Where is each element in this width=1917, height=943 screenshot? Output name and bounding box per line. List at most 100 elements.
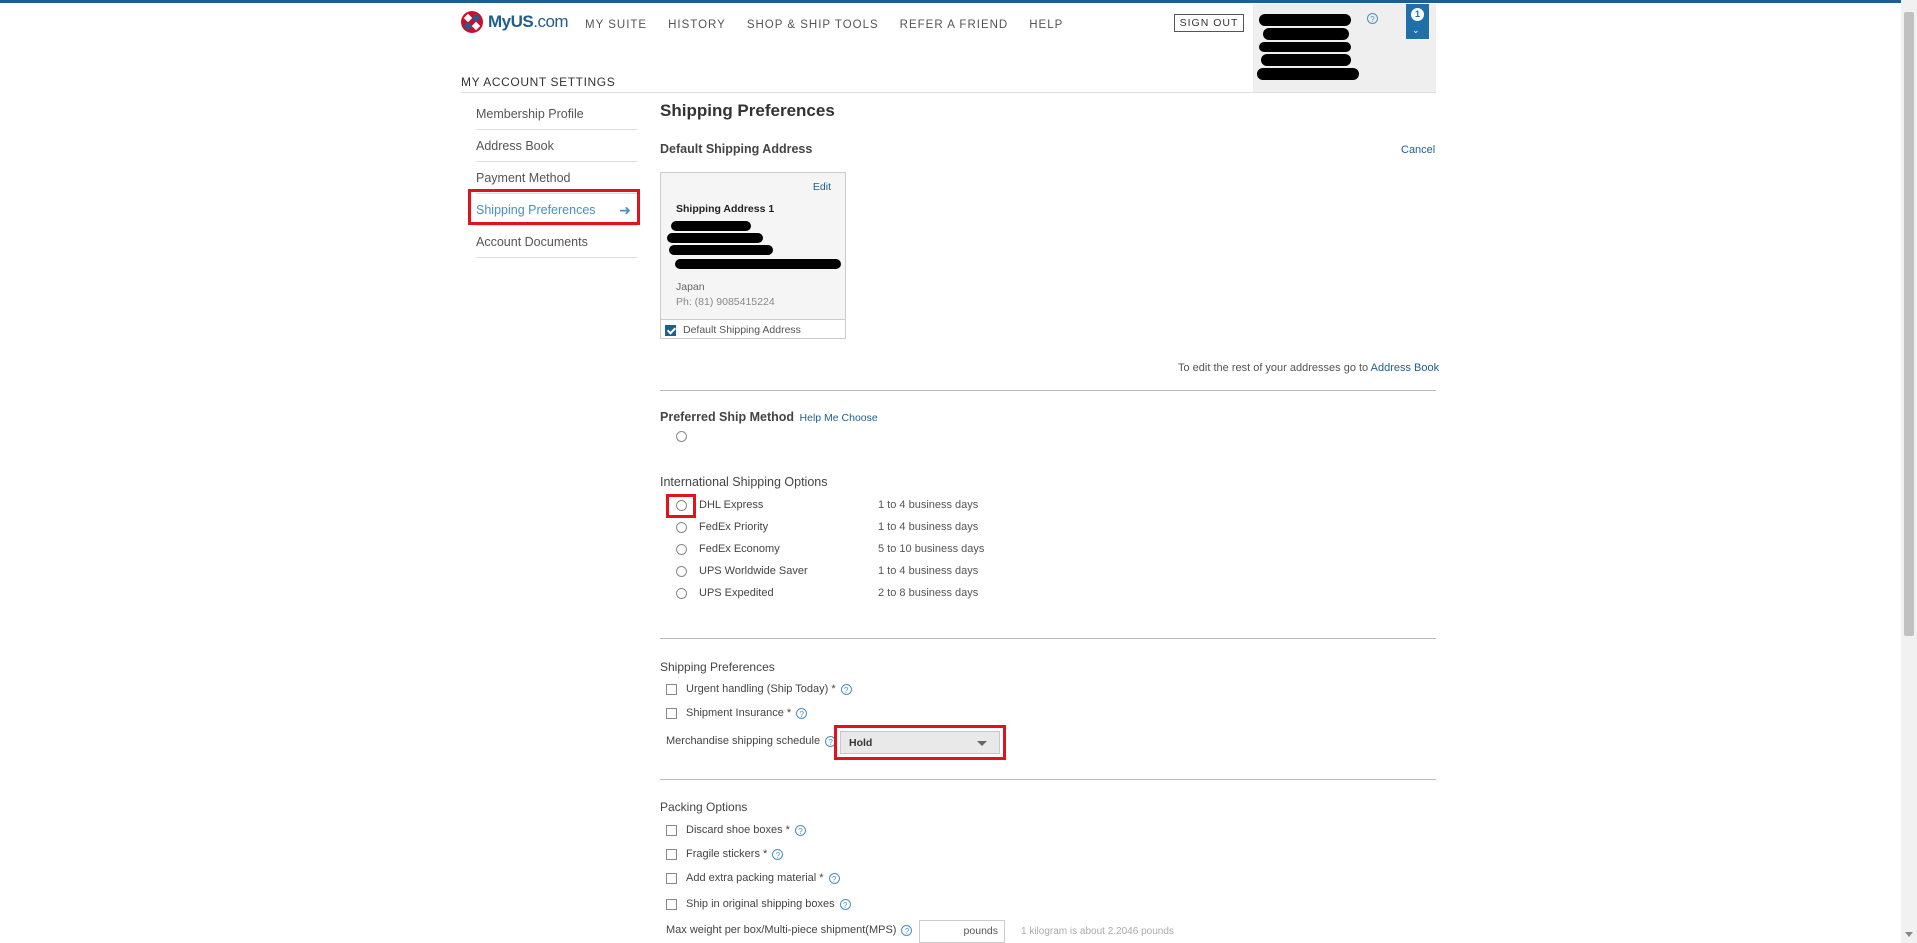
option-name: UPS Expedited — [699, 587, 774, 599]
edit-address-link[interactable]: Edit — [813, 181, 831, 193]
page-heading: MY ACCOUNT SETTINGS — [461, 75, 616, 89]
top-accent-bar — [0, 0, 1917, 3]
merch-schedule-row: Merchandise shipping schedule ? — [666, 735, 837, 747]
discard-shoe-boxes-row: Discard shoe boxes * ? — [666, 824, 806, 836]
redacted-address-line — [675, 259, 841, 269]
preferred-method-radio[interactable] — [676, 431, 687, 442]
page-scrollbar[interactable] — [1901, 0, 1917, 943]
nav-help[interactable]: HELP — [1029, 19, 1063, 31]
ups-expedited-radio[interactable] — [676, 588, 687, 599]
page-title: Shipping Preferences — [660, 101, 835, 120]
option-days: 1 to 4 business days — [878, 521, 979, 533]
sidebar-item-label: Account Documents — [476, 235, 588, 249]
max-weight-help-icon[interactable]: ? — [901, 924, 913, 936]
urgent-handling-row: Urgent handling (Ship Today) * ? — [666, 683, 852, 695]
dropdown-caret-icon — [977, 741, 987, 746]
sidebar-item-shipping-preferences[interactable]: Shipping Preferences ➜ — [476, 195, 637, 226]
sidebar-item-address-book[interactable]: Address Book — [476, 131, 637, 162]
option-days: 2 to 8 business days — [878, 587, 979, 599]
original-boxes-checkbox[interactable] — [666, 898, 677, 910]
option-name: FedEx Priority — [699, 521, 769, 533]
redacted-address-line — [669, 245, 773, 255]
settings-sidebar: Membership Profile Address Book Payment … — [476, 99, 637, 259]
shipping-address-card: Edit Shipping Address 1 Japan Ph: (81) 9… — [660, 172, 846, 339]
sidebar-item-label: Address Book — [476, 139, 554, 153]
default-address-toggle[interactable]: Default Shipping Address — [661, 319, 845, 338]
scroll-down-arrow-icon[interactable] — [1905, 932, 1913, 937]
arrow-right-icon: ➜ — [619, 201, 631, 218]
redacted-user-detail — [1257, 68, 1359, 80]
option-name: FedEx Economy — [699, 543, 780, 555]
max-weight-row: Max weight per box/Multi-piece shipment(… — [666, 924, 913, 936]
nav-history[interactable]: HISTORY — [668, 19, 726, 31]
default-address-heading: Default Shipping Address — [660, 142, 813, 156]
notifications-badge[interactable]: 1 ⌄ — [1406, 4, 1429, 39]
notification-count: 1 — [1411, 8, 1424, 21]
sidebar-item-account-documents[interactable]: Account Documents — [476, 227, 637, 258]
extra-packing-help-icon[interactable]: ? — [828, 872, 840, 884]
default-address-label: Default Shipping Address — [683, 324, 801, 336]
sidebar-item-membership-profile[interactable]: Membership Profile — [476, 99, 637, 130]
kg-conversion-note: 1 kilogram is about 2.2046 pounds — [1021, 926, 1174, 937]
extra-packing-row: Add extra packing material * ? — [666, 872, 840, 884]
nav-shop-ship-tools[interactable]: SHOP & SHIP TOOLS — [747, 19, 879, 31]
address-phone: Ph: (81) 9085415224 — [676, 296, 775, 308]
option-days: 1 to 4 business days — [878, 565, 979, 577]
shipping-preferences-heading: Shipping Preferences — [660, 660, 775, 674]
fragile-stickers-row: Fragile stickers * ? — [666, 848, 784, 860]
redacted-address-line — [671, 221, 751, 231]
section-divider — [660, 779, 1436, 780]
sign-out-button[interactable]: SIGN OUT — [1174, 14, 1244, 32]
nav-my-suite[interactable]: MY SUITE — [585, 19, 647, 31]
sidebar-item-label: Membership Profile — [476, 107, 584, 121]
redacted-address-line — [667, 233, 763, 243]
address-card-title: Shipping Address 1 — [676, 203, 775, 215]
original-boxes-row: Ship in original shipping boxes ? — [666, 898, 851, 910]
chevron-down-icon: ⌄ — [1412, 25, 1420, 35]
merch-schedule-select[interactable]: Hold — [840, 731, 1000, 754]
address-book-link[interactable]: Address Book — [1371, 362, 1439, 374]
original-boxes-help-icon[interactable]: ? — [839, 898, 851, 910]
max-weight-input[interactable]: pounds — [919, 920, 1005, 943]
section-divider — [660, 390, 1436, 391]
option-days: 1 to 4 business days — [878, 499, 979, 511]
section-divider — [660, 638, 1436, 639]
urgent-handling-help-icon[interactable]: ? — [840, 683, 852, 695]
sidebar-item-label: Shipping Preferences — [476, 203, 596, 217]
fragile-stickers-checkbox[interactable] — [666, 848, 677, 860]
urgent-handling-checkbox[interactable] — [666, 683, 677, 695]
account-help-icon[interactable]: ? — [1367, 13, 1378, 24]
logo-text: MyUS.com — [488, 12, 569, 31]
discard-shoe-boxes-help-icon[interactable]: ? — [794, 824, 806, 836]
fedex-priority-radio[interactable] — [676, 522, 687, 533]
help-me-choose-link[interactable]: Help Me Choose — [800, 412, 878, 424]
shipment-insurance-checkbox[interactable] — [666, 707, 677, 719]
myus-logo[interactable]: MyUS.com — [460, 10, 569, 34]
option-name: UPS Worldwide Saver — [699, 565, 808, 577]
sidebar-item-payment-method[interactable]: Payment Method — [476, 163, 637, 194]
redacted-user-detail — [1261, 54, 1351, 66]
discard-shoe-boxes-checkbox[interactable] — [666, 824, 677, 836]
logo-mark-icon — [460, 10, 484, 34]
shipment-insurance-row: Shipment Insurance * ? — [666, 707, 808, 719]
main-nav: MY SUITE HISTORY SHOP & SHIP TOOLS REFER… — [585, 19, 1084, 31]
redacted-user-detail — [1259, 42, 1351, 52]
ups-worldwide-saver-radio[interactable] — [676, 566, 687, 577]
nav-refer-a-friend[interactable]: REFER A FRIEND — [900, 19, 1009, 31]
sidebar-item-label: Payment Method — [476, 171, 571, 185]
preferred-ship-method-heading: Preferred Ship Method Help Me Choose — [660, 410, 878, 424]
redacted-user-name — [1259, 14, 1351, 26]
dhl-express-radio[interactable] — [676, 500, 687, 511]
redacted-user-detail — [1263, 28, 1349, 40]
heading-divider — [461, 92, 1436, 93]
fedex-economy-radio[interactable] — [676, 544, 687, 555]
international-options-heading: International Shipping Options — [660, 475, 828, 489]
fragile-stickers-help-icon[interactable]: ? — [772, 848, 784, 860]
merch-schedule-help-icon[interactable]: ? — [825, 735, 837, 747]
default-address-checkbox[interactable] — [665, 324, 676, 336]
address-book-note: To edit the rest of your addresses go to… — [1178, 362, 1440, 374]
cancel-link[interactable]: Cancel — [1401, 144, 1435, 156]
shipment-insurance-help-icon[interactable]: ? — [796, 707, 808, 719]
extra-packing-checkbox[interactable] — [666, 872, 677, 884]
scrollbar-thumb[interactable] — [1904, 12, 1914, 636]
